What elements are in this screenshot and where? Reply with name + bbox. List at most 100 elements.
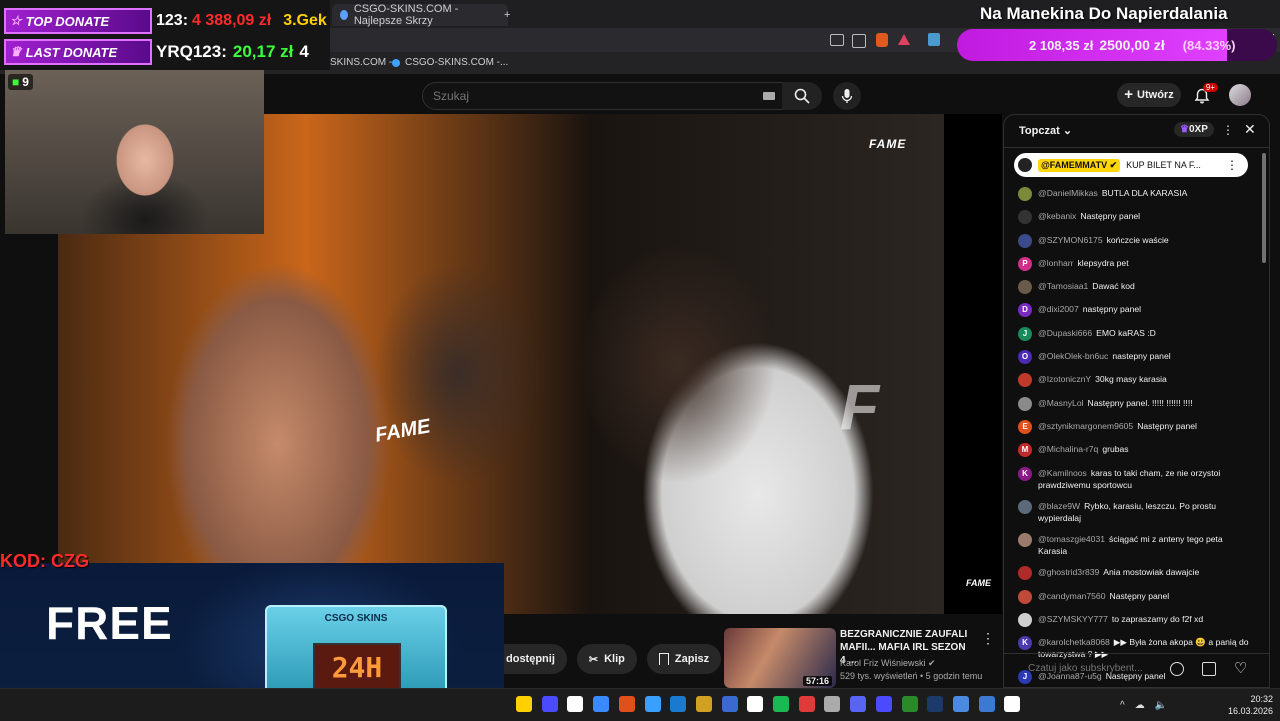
brave-shield-icon[interactable] (876, 33, 888, 47)
chat-author[interactable]: @MasnyLol (1038, 398, 1084, 408)
chat-avatar[interactable] (1018, 533, 1032, 548)
chat-avatar[interactable] (1018, 396, 1032, 411)
chat-author[interactable]: @ghostrid3r839 (1038, 567, 1099, 577)
chat-scrollbar[interactable] (1262, 153, 1266, 263)
cast-icon[interactable] (830, 34, 844, 46)
chat-author[interactable]: @Michalina-r7q (1038, 444, 1098, 454)
chat-author[interactable]: @DanielMikkas (1038, 188, 1098, 198)
recommended-video[interactable]: 57:16 BEZGRANICZNIE ZAUFALI MAFII... MAF… (722, 628, 997, 688)
share-icon[interactable] (852, 34, 866, 48)
clip-button[interactable]: ✂ Klip (576, 644, 637, 674)
app-icon-7[interactable] (798, 696, 815, 712)
chat-avatar[interactable]: P (1018, 256, 1032, 271)
pinned-menu-icon[interactable]: ⋮ (1226, 158, 1238, 172)
taskbar-clock[interactable]: 20:32 16.03.2026 (1228, 693, 1273, 717)
tray-chevron-icon[interactable]: ^ (1120, 700, 1125, 711)
chat-avatar[interactable] (1018, 187, 1032, 201)
chat-message[interactable]: @IzotonicznY 30kg masy karasia (1018, 373, 1250, 388)
chat-avatar[interactable]: O (1018, 350, 1032, 365)
chat-message[interactable]: @ghostrid3r839 Ania mostowiak dawajcie (1018, 566, 1250, 581)
chat-author[interactable]: @Dupaski666 (1038, 328, 1092, 338)
save-button[interactable]: Zapisz (646, 644, 722, 674)
search-button[interactable] (782, 82, 822, 110)
extension-icon[interactable] (928, 33, 940, 46)
pinned-message[interactable]: @FAMEMMATV ✔ KUP BILET NA F... ⋮ (1014, 153, 1248, 177)
search-box[interactable] (422, 82, 784, 110)
search-input[interactable] (431, 88, 755, 104)
chat-avatar[interactable] (1018, 210, 1032, 225)
chat-author[interactable]: @blaze9W (1038, 501, 1080, 511)
app-icon-11[interactable] (1004, 696, 1021, 712)
speaker-icon[interactable]: 🔈 (1155, 700, 1167, 711)
chat-message[interactable]: @SZYMSKYY777 to zapraszamy do f2f xd (1018, 613, 1250, 628)
chat-author[interactable]: @sztynikmargonem9605 (1038, 421, 1133, 431)
chat-message[interactable]: @SZYMON6175 kończcie waście (1018, 233, 1250, 248)
chat-input[interactable] (1026, 662, 1170, 675)
chat-author[interactable]: @dixi2007 (1038, 304, 1079, 314)
photoshop-icon[interactable] (721, 696, 738, 712)
emoji-icon[interactable] (1170, 662, 1184, 676)
chat-more-icon[interactable]: ⋮ (1222, 123, 1234, 137)
chat-avatar[interactable]: K (1018, 636, 1032, 651)
app-icon-1[interactable] (516, 696, 532, 712)
chrome-icon[interactable] (644, 696, 661, 712)
chat-message[interactable]: J @Dupaski666 EMO kaRAS :D (1018, 326, 1250, 341)
new-tab-button[interactable]: + (496, 4, 518, 26)
chat-author[interactable]: @karolchetka8068 (1038, 637, 1110, 647)
chat-avatar[interactable] (1018, 566, 1032, 581)
channel-name[interactable]: Karol Friz Wiśniewski ✔ (840, 658, 936, 669)
app-icon-3[interactable] (567, 696, 584, 712)
voice-search-button[interactable] (833, 82, 861, 110)
xp-badge[interactable]: ♛0XP (1174, 122, 1214, 137)
chat-avatar[interactable] (1018, 373, 1032, 388)
chat-message[interactable]: M @Michalina-r7q grubas (1018, 443, 1250, 458)
app-icon-6[interactable] (747, 696, 764, 712)
app-icon-2[interactable] (541, 696, 558, 712)
chat-author[interactable]: @lonharr (1038, 258, 1073, 268)
minecraft-icon[interactable] (901, 696, 918, 712)
chat-message[interactable]: K @Kamilnoos karas to taki cham, ze nie or… (1018, 466, 1250, 491)
steam-app-icon[interactable] (978, 696, 995, 712)
keyboard-icon[interactable] (763, 92, 775, 100)
browser-tab[interactable]: CSGO-SKINS.COM - Najlepsze Skrzy (332, 3, 508, 27)
chat-message[interactable]: P @lonharr klepsydra pet (1018, 256, 1250, 271)
brave-rewards-icon[interactable] (898, 34, 910, 45)
kebab-menu-icon[interactable]: ⋮ (981, 630, 995, 647)
chat-author[interactable]: @IzotonicznY (1038, 374, 1091, 384)
video-thumbnail[interactable]: 57:16 (724, 628, 836, 688)
chat-author[interactable]: @Kamilnoos (1038, 468, 1087, 478)
brave-browser-icon[interactable] (618, 696, 635, 712)
chat-avatar[interactable]: E (1018, 419, 1032, 434)
app-icon-4[interactable] (593, 696, 610, 712)
chat-author[interactable]: @Tamosiaa1 (1038, 281, 1088, 291)
chat-avatar[interactable] (1018, 233, 1032, 248)
chat-author[interactable]: @kebanix (1038, 211, 1076, 221)
heart-icon[interactable]: ♡ (1234, 659, 1247, 677)
app-icon-5[interactable] (670, 696, 687, 712)
chat-author[interactable]: @OlekOlek-bn6uc (1038, 351, 1108, 361)
cloud-icon[interactable]: ☁ (1135, 700, 1145, 711)
file-explorer-icon[interactable] (695, 696, 712, 712)
app-icon-10[interactable] (952, 696, 969, 712)
create-button[interactable]: + Utwórz (1117, 83, 1181, 107)
discord-icon[interactable] (850, 696, 867, 712)
close-icon[interactable]: ✕ (1244, 121, 1256, 138)
chat-author[interactable]: @tomaszgie4031 (1038, 534, 1105, 544)
chat-author[interactable]: @candyman7560 (1038, 591, 1106, 601)
spotify-icon[interactable] (773, 696, 789, 712)
app-icon-8[interactable] (824, 696, 841, 712)
chat-message[interactable]: @blaze9W Rybko, karasiu, leszczu. Po pros… (1018, 499, 1250, 524)
chat-mode-selector[interactable]: Topczat ⌄ (1019, 124, 1072, 137)
chat-message[interactable]: @Tamosiaa1 Dawać kod (1018, 280, 1250, 295)
avatar[interactable] (1229, 84, 1251, 106)
chat-author[interactable]: @SZYMON6175 (1038, 235, 1103, 245)
chat-message[interactable]: O @OlekOlek-bn6uc nastepny panel (1018, 350, 1250, 365)
chat-message[interactable]: @MasnyLol Następny panel. !!!!! !!!!!! !!… (1018, 396, 1250, 411)
chat-avatar[interactable]: M (1018, 443, 1032, 458)
notifications-button[interactable]: 9+ (1190, 83, 1218, 107)
bookmark-item[interactable]: CSGO-SKINS.COM -... (392, 57, 508, 68)
super-chat-icon[interactable] (1202, 662, 1216, 676)
chat-avatar[interactable] (1018, 613, 1032, 628)
steam-icon[interactable] (927, 696, 944, 712)
chat-avatar[interactable]: J (1018, 326, 1032, 341)
